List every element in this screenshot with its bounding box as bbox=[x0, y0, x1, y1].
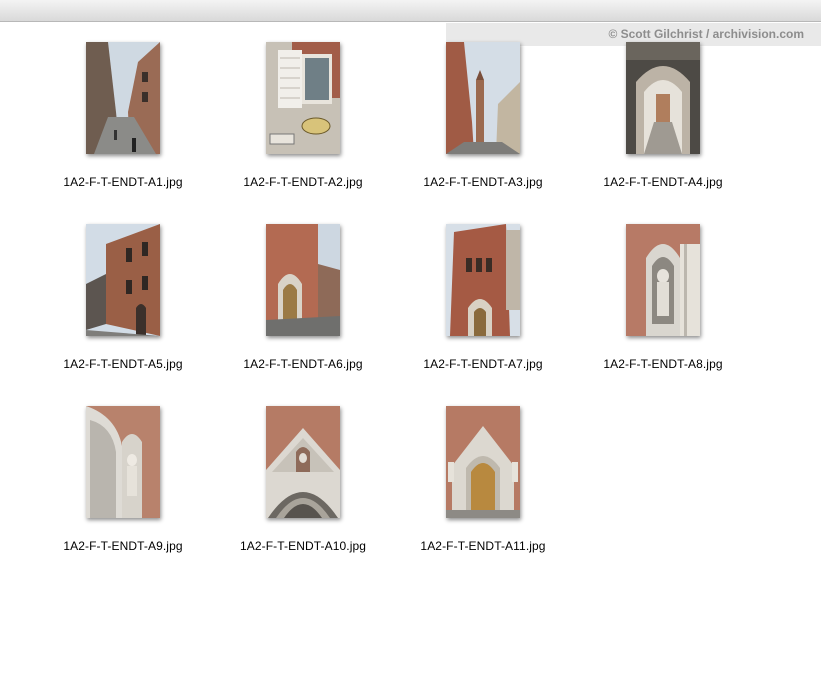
file-name-label[interactable]: 1A2-F-T-ENDT-A7.jpg bbox=[393, 357, 573, 371]
file-name-label[interactable]: 1A2-F-T-ENDT-A1.jpg bbox=[33, 175, 213, 189]
watermark-text: © Scott Gilchrist / archivision.com bbox=[608, 27, 804, 41]
file-item-a8[interactable]: 1A2-F-T-ENDT-A8.jpg bbox=[573, 224, 753, 394]
file-name-label[interactable]: 1A2-F-T-ENDT-A11.jpg bbox=[393, 539, 573, 553]
thumbnail-image[interactable] bbox=[86, 42, 160, 154]
file-name-label[interactable]: 1A2-F-T-ENDT-A10.jpg bbox=[213, 539, 393, 553]
file-name-label[interactable]: 1A2-F-T-ENDT-A8.jpg bbox=[573, 357, 753, 371]
file-name-label[interactable]: 1A2-F-T-ENDT-A2.jpg bbox=[213, 175, 393, 189]
file-item-a4[interactable]: 1A2-F-T-ENDT-A4.jpg bbox=[573, 42, 753, 212]
thumbnail-image[interactable] bbox=[446, 406, 520, 518]
file-item-a5[interactable]: 1A2-F-T-ENDT-A5.jpg bbox=[33, 224, 213, 394]
thumbnail-image[interactable] bbox=[446, 224, 520, 336]
thumbnail-image[interactable] bbox=[446, 42, 520, 154]
file-item-a1[interactable]: 1A2-F-T-ENDT-A1.jpg bbox=[33, 42, 213, 212]
file-name-label[interactable]: 1A2-F-T-ENDT-A5.jpg bbox=[33, 357, 213, 371]
file-item-a9[interactable]: 1A2-F-T-ENDT-A9.jpg bbox=[33, 406, 213, 576]
file-item-a10[interactable]: 1A2-F-T-ENDT-A10.jpg bbox=[213, 406, 393, 576]
thumbnail-image[interactable] bbox=[86, 406, 160, 518]
thumbnail-image[interactable] bbox=[266, 42, 340, 154]
file-item-a3[interactable]: 1A2-F-T-ENDT-A3.jpg bbox=[393, 42, 573, 212]
file-name-label[interactable]: 1A2-F-T-ENDT-A3.jpg bbox=[393, 175, 573, 189]
thumbnail-image[interactable] bbox=[86, 224, 160, 336]
file-name-label[interactable]: 1A2-F-T-ENDT-A4.jpg bbox=[573, 175, 753, 189]
file-item-a6[interactable]: 1A2-F-T-ENDT-A6.jpg bbox=[213, 224, 393, 394]
thumbnail-image[interactable] bbox=[266, 224, 340, 336]
thumbnail-image[interactable] bbox=[626, 42, 700, 154]
file-item-a2[interactable]: 1A2-F-T-ENDT-A2.jpg bbox=[213, 42, 393, 212]
file-item-a11[interactable]: 1A2-F-T-ENDT-A11.jpg bbox=[393, 406, 573, 576]
window-toolbar bbox=[0, 0, 821, 22]
file-item-a7[interactable]: 1A2-F-T-ENDT-A7.jpg bbox=[393, 224, 573, 394]
file-name-label[interactable]: 1A2-F-T-ENDT-A6.jpg bbox=[213, 357, 393, 371]
thumbnail-image[interactable] bbox=[266, 406, 340, 518]
file-name-label[interactable]: 1A2-F-T-ENDT-A9.jpg bbox=[33, 539, 213, 553]
thumbnail-image[interactable] bbox=[626, 224, 700, 336]
